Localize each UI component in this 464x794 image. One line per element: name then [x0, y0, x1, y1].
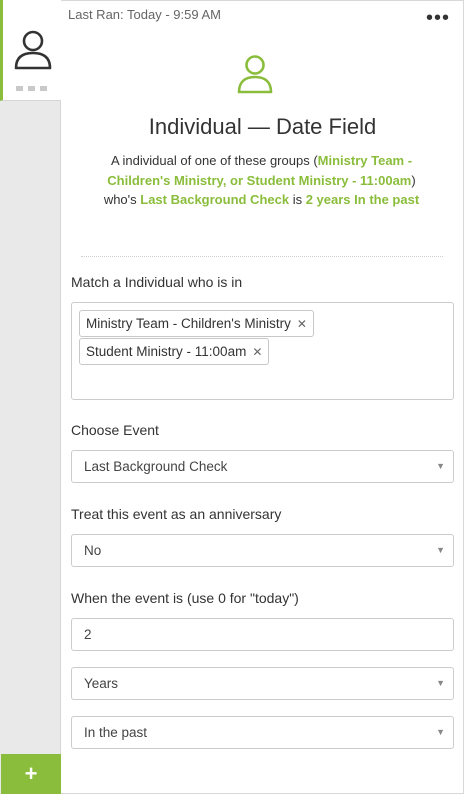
- amount-value: 2: [84, 627, 92, 642]
- caret-down-icon: ▼: [436, 678, 445, 688]
- direction-value: In the past: [84, 725, 148, 740]
- last-ran-text: Last Ran: Today - 9:59 AM: [68, 7, 221, 22]
- event-value: Last Background Check: [84, 459, 228, 474]
- remove-icon[interactable]: ✕: [297, 317, 307, 331]
- group-chip: Ministry Team - Children's Ministry ✕: [79, 310, 314, 337]
- desc-text: is: [289, 192, 306, 207]
- chip-label: Ministry Team - Children's Ministry: [86, 316, 291, 331]
- desc-text: A individual of one of these groups (: [110, 153, 318, 168]
- caret-down-icon: ▼: [436, 461, 445, 471]
- person-icon: [14, 30, 52, 70]
- card-title: Individual — Date Field: [148, 114, 377, 139]
- event-select[interactable]: Last Background Check ▼: [71, 450, 454, 483]
- chip-label: Student Ministry - 11:00am: [86, 344, 247, 359]
- caret-down-icon: ▼: [436, 545, 445, 555]
- divider: [81, 256, 443, 257]
- event-label: Choose Event: [71, 422, 159, 438]
- more-menu-icon[interactable]: •••: [426, 8, 450, 28]
- desc-event: Last Background Check: [140, 192, 290, 207]
- anniversary-select[interactable]: No ▼: [71, 534, 454, 567]
- when-label: When the event is (use 0 for "today"): [71, 590, 299, 606]
- remove-icon[interactable]: ✕: [252, 345, 262, 359]
- left-rail: +: [0, 0, 61, 794]
- add-button[interactable]: +: [1, 754, 61, 794]
- amount-input[interactable]: 2: [71, 618, 454, 651]
- unit-value: Years: [84, 676, 119, 691]
- group-chip: Student Ministry - 11:00am ✕: [79, 338, 270, 365]
- caret-down-icon: ▼: [436, 727, 445, 737]
- direction-select[interactable]: In the past ▼: [71, 716, 454, 749]
- anniversary-value: No: [84, 543, 102, 558]
- match-label: Match a Individual who is in: [71, 274, 243, 290]
- rail-tab-individual[interactable]: [0, 0, 61, 101]
- desc-when: 2 years In the past: [305, 192, 420, 207]
- unit-select[interactable]: Years ▼: [71, 667, 454, 700]
- anniversary-label: Treat this event as an anniversary: [71, 506, 282, 522]
- drag-handle-icon[interactable]: [16, 86, 47, 91]
- main-panel: Last Ran: Today - 9:59 AM ••• Individual…: [61, 0, 464, 794]
- group-multiselect[interactable]: Ministry Team - Children's Ministry ✕ Stu…: [71, 302, 454, 400]
- person-icon: [237, 55, 273, 94]
- rule-description: A individual of one of these groups (Min…: [99, 151, 424, 210]
